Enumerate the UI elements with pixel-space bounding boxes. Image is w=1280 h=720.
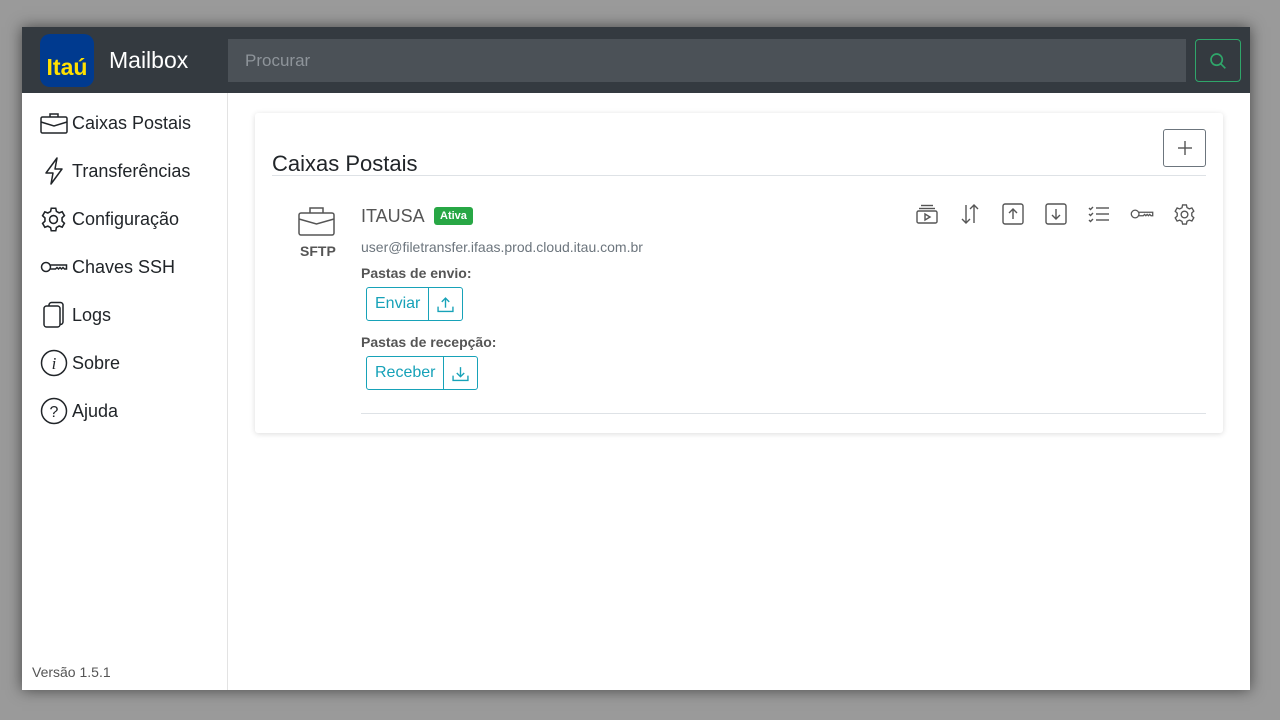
ssh-key-button[interactable]	[1120, 200, 1163, 228]
mailbox-host: user@filetransfer.ifaas.prod.cloud.itau.…	[361, 239, 643, 255]
briefcase-icon	[39, 109, 68, 138]
search-icon	[1210, 52, 1226, 69]
upload-files-button[interactable]	[991, 200, 1034, 228]
upload-box-icon	[1001, 203, 1024, 225]
sidebar-item-logs[interactable]: Logs	[39, 299, 111, 331]
lightning-icon	[39, 157, 68, 186]
divider	[361, 413, 1206, 414]
app-title[interactable]: Mailbox	[109, 47, 188, 74]
itau-logo[interactable]: Itaú	[40, 34, 94, 87]
upload-icon	[437, 296, 454, 312]
transfers-button[interactable]	[948, 200, 991, 228]
checklist-icon	[1088, 206, 1109, 223]
main-content: Caixas Postais SFTP ITAUSA Ativa user@fi…	[228, 93, 1250, 690]
svg-text:i: i	[51, 354, 56, 373]
receive-folder-group: Receber	[366, 356, 479, 390]
mailboxes-card: Caixas Postais SFTP ITAUSA Ativa user@fi…	[255, 113, 1223, 433]
sidebar-item-chaves-ssh[interactable]: Chaves SSH	[39, 251, 175, 283]
search-button[interactable]	[1195, 39, 1241, 82]
mailbox-settings-button[interactable]	[1163, 200, 1206, 228]
upload-button[interactable]	[429, 288, 462, 320]
status-badge: Ativa	[434, 207, 473, 225]
sidebar-item-label: Chaves SSH	[72, 256, 176, 277]
gear-icon	[1174, 203, 1195, 225]
receive-folders-label: Pastas de recepção:	[361, 334, 497, 350]
mailbox-protocol: SFTP	[300, 243, 336, 259]
send-folders-label: Pastas de envio:	[361, 265, 472, 281]
app-version: Versão 1.5.1	[32, 664, 111, 680]
divider	[272, 175, 1206, 176]
page-title: Caixas Postais	[272, 151, 418, 176]
add-mailbox-button[interactable]	[1163, 129, 1206, 167]
checklist-button[interactable]	[1077, 200, 1120, 228]
sidebar-item-transferencias[interactable]: Transferências	[39, 155, 190, 187]
download-icon	[452, 366, 470, 381]
logo-text: Itaú	[46, 54, 88, 80]
key-icon	[39, 253, 68, 282]
files-icon	[39, 301, 68, 330]
gear-icon	[39, 205, 68, 234]
view-collection-button[interactable]	[905, 200, 948, 228]
sidebar-item-ajuda[interactable]: ? Ajuda	[39, 395, 118, 427]
sidebar-item-caixas-postais[interactable]: Caixas Postais	[39, 107, 191, 139]
sidebar-item-label: Sobre	[72, 352, 121, 373]
download-box-icon	[1044, 203, 1067, 225]
sidebar-item-label: Ajuda	[72, 400, 119, 421]
question-icon: ?	[39, 397, 68, 426]
search-input[interactable]	[228, 39, 1186, 82]
mailbox-name[interactable]: ITAUSA	[361, 206, 425, 227]
sidebar-item-sobre[interactable]: i Sobre	[39, 347, 120, 379]
download-files-button[interactable]	[1034, 200, 1077, 228]
send-folder-group: Enviar	[366, 287, 464, 321]
svg-text:?: ?	[49, 404, 58, 421]
send-folder-button[interactable]: Enviar	[367, 288, 430, 320]
sidebar-item-label: Logs	[72, 304, 112, 325]
sidebar-item-label: Configuração	[72, 208, 180, 229]
receive-folder-button[interactable]: Receber	[367, 357, 445, 389]
mailbox-actions	[905, 200, 1206, 228]
collection-play-icon	[915, 204, 938, 224]
sidebar-item-configuracao[interactable]: Configuração	[39, 203, 179, 235]
sidebar: Caixas Postais Transferências Configuraç…	[22, 93, 228, 690]
sidebar-item-label: Transferências	[72, 160, 191, 181]
plus-icon	[1177, 141, 1192, 155]
key-icon	[1130, 209, 1153, 219]
sidebar-item-label: Caixas Postais	[72, 112, 192, 133]
mailbox-briefcase-icon	[298, 207, 335, 236]
top-navbar: Itaú Mailbox	[22, 27, 1250, 93]
app-window: Itaú Mailbox Caixas Postais Transferênci…	[22, 27, 1250, 690]
info-icon: i	[39, 349, 68, 378]
transfer-arrows-icon	[961, 204, 978, 224]
download-button[interactable]	[444, 357, 477, 389]
